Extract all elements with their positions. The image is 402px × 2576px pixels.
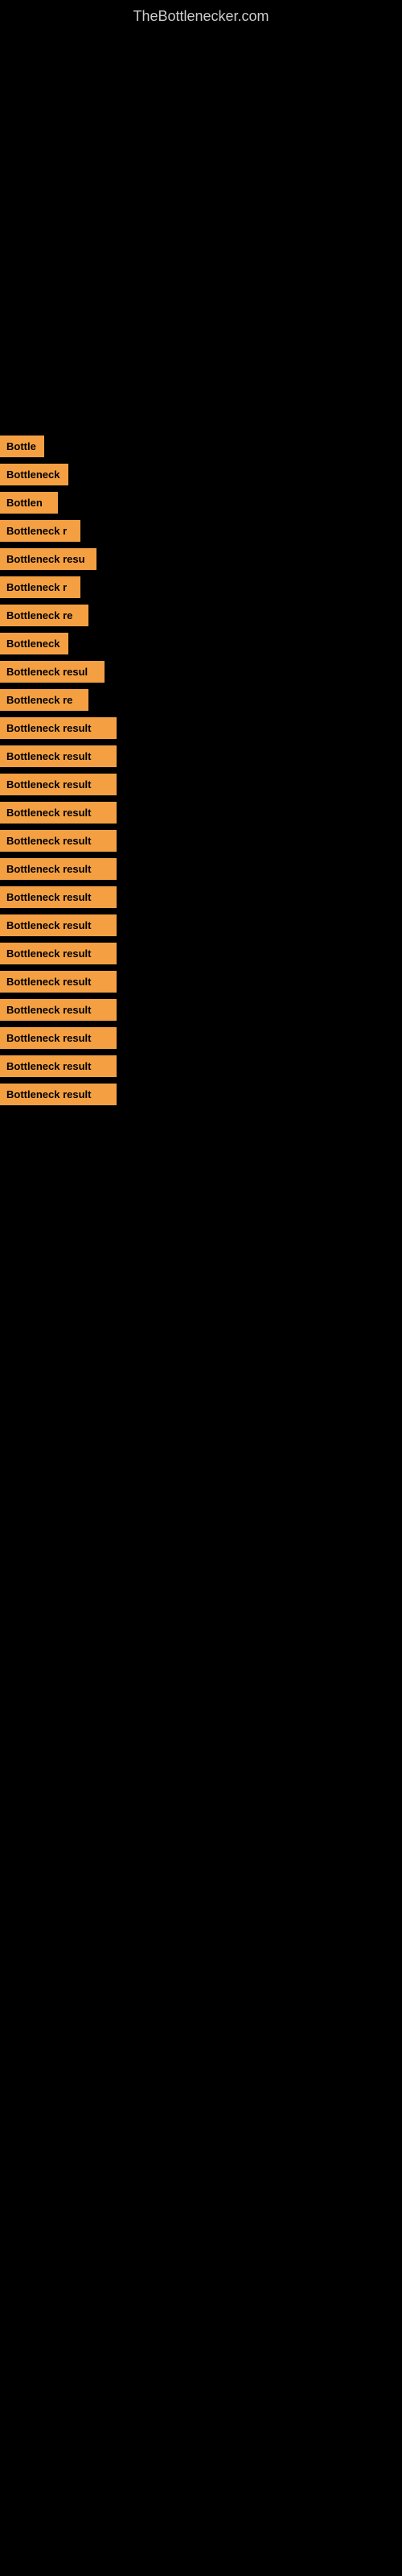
bottleneck-result-bar: Bottleneck result: [0, 943, 117, 964]
bottleneck-result-bar: Bottle: [0, 436, 44, 457]
bottleneck-result-bar: Bottleneck result: [0, 858, 117, 880]
bottleneck-result-bar: Bottleneck result: [0, 999, 117, 1021]
result-row: Bottleneck result: [0, 830, 402, 852]
site-title: TheBottlenecker.com: [0, 0, 402, 33]
bottleneck-result-bar: Bottleneck result: [0, 971, 117, 993]
result-row: Bottleneck result: [0, 886, 402, 908]
result-row: Bottle: [0, 436, 402, 457]
result-row: Bottleneck resu: [0, 548, 402, 570]
bottleneck-result-bar: Bottleneck result: [0, 1027, 117, 1049]
bottleneck-result-bar: Bottleneck result: [0, 830, 117, 852]
result-row: Bottleneck: [0, 464, 402, 485]
result-row: Bottleneck result: [0, 802, 402, 824]
bottleneck-result-bar: Bottlen: [0, 492, 58, 514]
bottleneck-result-bar: Bottleneck result: [0, 886, 117, 908]
bottleneck-result-bar: Bottleneck r: [0, 576, 80, 598]
result-row: Bottlen: [0, 492, 402, 514]
bottleneck-result-bar: Bottleneck resu: [0, 548, 96, 570]
bottleneck-results-container: Bottle Bottleneck Bottlen Bottleneck r Bottl…: [0, 419, 402, 1112]
result-row: Bottleneck result: [0, 999, 402, 1021]
result-row: Bottleneck re: [0, 689, 402, 711]
bottleneck-result-bar: Bottleneck result: [0, 717, 117, 739]
bottleneck-result-bar: Bottleneck r: [0, 520, 80, 542]
result-row: Bottleneck result: [0, 943, 402, 964]
result-row: Bottleneck result: [0, 774, 402, 795]
result-row: Bottleneck result: [0, 1055, 402, 1077]
bottleneck-result-bar: Bottleneck result: [0, 1055, 117, 1077]
result-row: Bottleneck r: [0, 520, 402, 542]
result-row: Bottleneck r: [0, 576, 402, 598]
result-row: Bottleneck re: [0, 605, 402, 626]
result-row: Bottleneck result: [0, 1027, 402, 1049]
result-row: Bottleneck: [0, 633, 402, 654]
result-row: Bottleneck result: [0, 745, 402, 767]
bottleneck-result-bar: Bottleneck: [0, 633, 68, 654]
result-row: Bottleneck result: [0, 914, 402, 936]
bottleneck-result-bar: Bottleneck result: [0, 774, 117, 795]
bottleneck-result-bar: Bottleneck result: [0, 914, 117, 936]
bottleneck-result-bar: Bottleneck result: [0, 1084, 117, 1105]
result-row: Bottleneck resul: [0, 661, 402, 683]
bottleneck-result-bar: Bottleneck: [0, 464, 68, 485]
bottleneck-result-bar: Bottleneck re: [0, 605, 88, 626]
result-row: Bottleneck result: [0, 971, 402, 993]
bottleneck-result-bar: Bottleneck result: [0, 802, 117, 824]
result-row: Bottleneck result: [0, 1084, 402, 1105]
result-row: Bottleneck result: [0, 858, 402, 880]
bottleneck-result-bar: Bottleneck re: [0, 689, 88, 711]
bottleneck-result-bar: Bottleneck result: [0, 745, 117, 767]
result-row: Bottleneck result: [0, 717, 402, 739]
chart-area: [0, 33, 402, 419]
bottleneck-result-bar: Bottleneck resul: [0, 661, 105, 683]
